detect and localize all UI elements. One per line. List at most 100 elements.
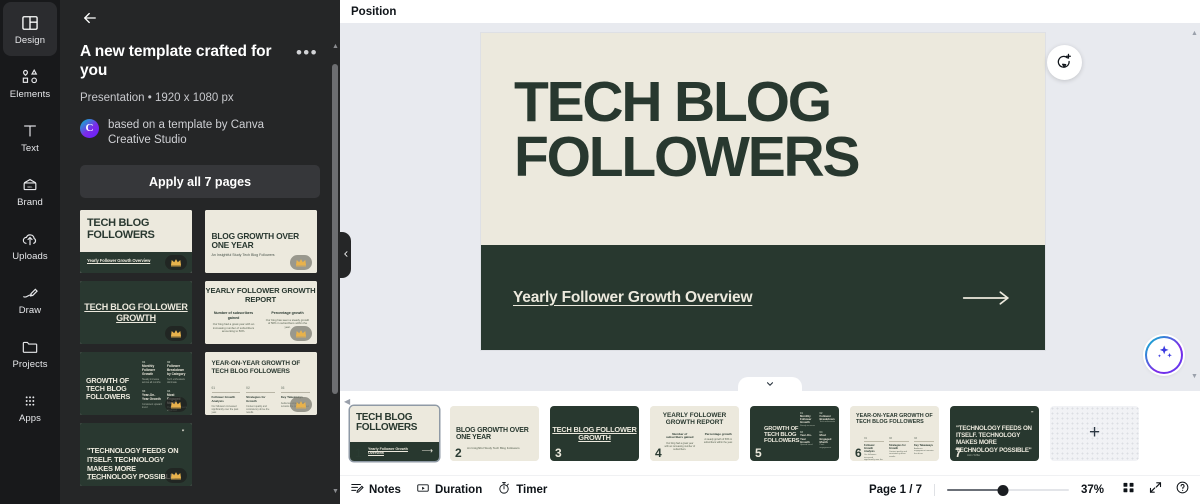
sidebar-label-projects: Projects [12,358,48,370]
canvas-area[interactable]: TECH BLOG FOLLOWERS Yearly Follower Grow… [340,23,1200,391]
grid-view-button[interactable] [1121,480,1136,500]
position-button[interactable]: Position [351,6,396,18]
panel-more-button[interactable]: ••• [292,42,320,67]
page-thumb-5[interactable]: GROWTH OF TECH BLOG FOLLOWERS 01 Monthly … [750,405,839,461]
page-5-item1-title: Monthly Follower Growth [800,413,812,425]
page-thumb-3[interactable]: TECH BLOG FOLLOWER GROWTH [550,405,639,461]
templates-panel: A new template crafted for you ••• Prese… [60,0,340,504]
sidebar-item-draw[interactable]: Draw [0,272,60,326]
quote-mark: " [181,430,185,437]
page-7-author: Alvin Toffler [967,453,981,457]
template-thumb-7[interactable]: " "TECHNOLOGY FEEDS ON ITSELF. TECHNOLOG… [80,423,192,487]
template-thumb-2[interactable]: BLOG GROWTH OVER ONE YEAR An Insightful … [204,210,317,274]
template-3-heading: TECH BLOG FOLLOWER GROWTH [84,302,188,323]
page-thumb-7[interactable]: " "TECHNOLOGY FEEDS ON ITSELF. TECHNOLOG… [950,405,1039,461]
timer-button[interactable]: Timer [497,481,547,500]
page-5-heading: GROWTH OF TECH BLOG FOLLOWERS [764,425,800,445]
template-thumb-6[interactable]: YEAR-ON-YEAR GROWTH OF TECH BLOG FOLLOWE… [204,352,317,416]
page-thumb-2[interactable]: BLOG GROWTH OVER ONE YEAR An Insightful … [450,405,539,461]
magic-ai-button[interactable] [1145,336,1183,374]
pro-crown-icon [165,468,187,484]
template-thumb-3[interactable]: TECH BLOG FOLLOWER GROWTH [80,281,192,345]
timer-label: Timer [516,484,548,496]
page-number-3: 3 [555,445,562,460]
page-2-heading: BLOG GROWTH OVER ONE YEAR [456,426,529,442]
template-6-item2-title: Strategies for Growth [246,395,266,403]
sidebar-item-uploads[interactable]: Uploads [0,218,60,272]
page-6-item2-body: Content quality and consistency drove re… [889,450,907,459]
duration-button[interactable]: Duration [416,481,482,500]
zoom-slider[interactable] [947,483,1069,497]
template-thumb-4[interactable]: YEARLY FOLLOWER GROWTH REPORT Number of … [204,281,317,345]
timer-icon [497,481,511,500]
canvas-scroll-down-icon[interactable]: ▼ [1191,372,1198,381]
sidebar-item-elements[interactable]: Elements [0,56,60,110]
panel-collapse-button[interactable] [340,232,351,278]
fullscreen-icon [1148,480,1163,500]
page-6-item2-num: 02 [889,436,909,442]
notes-label: Notes [369,484,401,496]
page-thumb-3-wrap: TECH BLOG FOLLOWER GROWTH 3 [550,405,639,461]
page-thumb-1[interactable]: TECH BLOG FOLLOWERS Yearly Follower Grow… [350,405,439,461]
zoom-slider-knob[interactable] [997,484,1009,496]
page-6-item3-num: 03 [914,436,934,442]
sidebar-label-elements: Elements [9,88,51,100]
text-icon [20,121,40,141]
page-thumb-4[interactable]: YEARLY FOLLOWER GROWTH REPORT Number of … [650,405,739,461]
avatar: C [80,118,99,138]
page-thumb-6[interactable]: YEAR-ON-YEAR GROWTH OF TECH BLOG FOLLOWE… [850,405,939,461]
page-number-1: 1 [355,445,362,460]
add-comment-button[interactable] [1047,45,1082,80]
page-5-item4-title: Most Engaged Month [819,433,832,444]
sidebar-item-design[interactable]: Design [3,2,57,56]
slide-subtitle[interactable]: Yearly Follower Growth Overview [513,289,753,307]
template-7-author: Alvin Toffler [87,477,103,482]
sidebar-item-projects[interactable]: Projects [0,326,60,380]
page-number-6: 6 [855,445,862,460]
slide-footer-band: Yearly Follower Growth Overview [481,245,1045,350]
slide-title[interactable]: TECH BLOG FOLLOWERS [514,74,1025,186]
scroll-down-icon[interactable]: ▼ [332,487,339,497]
notes-button[interactable]: Notes [350,481,401,500]
back-arrow-icon [81,9,99,32]
sidebar-label-uploads: Uploads [12,250,48,262]
pro-crown-icon [165,255,187,271]
add-page-button[interactable]: + [1050,405,1139,461]
bottom-toolbar: Notes Duration Timer Page 1 / 7 37% [340,475,1200,504]
slide-canvas[interactable]: TECH BLOG FOLLOWERS Yearly Follower Grow… [481,33,1045,350]
template-2-heading: BLOG GROWTH OVER ONE YEAR [211,231,300,251]
template-6-item1-num: 01 [211,386,241,394]
back-button[interactable] [74,4,106,36]
panel-scrollbar-thumb[interactable] [332,64,338,394]
panel-subtitle: Presentation • 1920 x 1080 px [80,91,234,104]
template-5-item2-title: Follower Breakdown by Category [167,364,186,376]
svg-text:co.: co. [27,185,32,189]
scroll-up-icon[interactable]: ▲ [332,42,339,52]
canvas-vertical-scrollbar[interactable]: ▲ ▼ [1191,29,1198,381]
page-number-2: 2 [455,445,462,460]
pages-strip-collapse-handle[interactable] [738,377,802,392]
pro-crown-icon [289,397,312,413]
left-icon-rail: Design Elements Text co. Brand Uploads D… [0,0,60,504]
sidebar-label-draw: Draw [18,304,42,316]
sidebar-item-apps[interactable]: Apps [0,380,60,434]
panel-scrollbar[interactable]: ▲ ▼ [332,42,339,497]
add-comment-icon [1056,52,1073,74]
template-thumb-5[interactable]: GROWTH OF TECH BLOG FOLLOWERS 01 Monthly … [80,352,192,416]
sidebar-item-text[interactable]: Text [0,110,60,164]
fullscreen-button[interactable] [1148,480,1163,500]
pro-crown-icon [165,397,187,413]
page-thumb-5-wrap: GROWTH OF TECH BLOG FOLLOWERS 01 Monthly … [750,405,839,461]
template-thumb-1[interactable]: TECH BLOG FOLLOWERS Yearly Follower Grow… [80,210,192,274]
sidebar-item-brand[interactable]: co. Brand [0,164,60,218]
zoom-level: 37% [1081,484,1105,496]
arrow-right-icon: ⟶ [421,446,433,455]
template-5-heading: GROWTH OF TECH BLOG FOLLOWERS [86,376,131,401]
template-grid: TECH BLOG FOLLOWERS Yearly Follower Grow… [80,210,320,487]
page-5-item1-body: Steady increase [800,424,815,427]
help-button[interactable] [1175,480,1190,500]
canvas-scroll-up-icon[interactable]: ▲ [1191,29,1198,38]
apply-all-pages-button[interactable]: Apply all 7 pages [80,165,320,199]
template-6-heading: YEAR-ON-YEAR GROWTH OF TECH BLOG FOLLOWE… [211,360,301,375]
page-6-heading: YEAR-ON-YEAR GROWTH OF TECH BLOG FOLLOWE… [856,412,933,425]
